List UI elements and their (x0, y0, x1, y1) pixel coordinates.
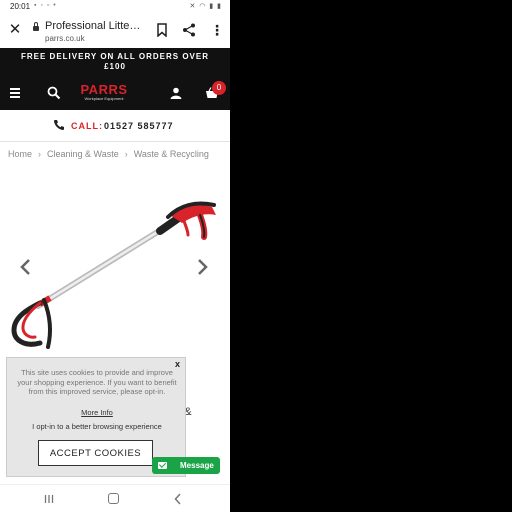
accept-cookies-button[interactable]: ACCEPT COOKIES (38, 440, 153, 466)
opt-in-text: I opt-in to a better browsing experience (32, 422, 162, 431)
notification-icons: ▪ ◦ ▫ • (34, 2, 57, 9)
message-label: Message (180, 461, 214, 470)
cookie-message: This site uses cookies to provide and im… (17, 368, 177, 396)
status-bar: 20:01 ▪ ◦ ▫ • ✕ ◠ ▮ ▮ (0, 0, 230, 14)
status-time: 20:01 (10, 2, 31, 11)
banner-line-1: FREE DELIVERY ON ALL ORDERS OVER (20, 52, 210, 61)
account-icon[interactable] (170, 87, 182, 99)
system-navigation-bar (0, 484, 230, 512)
breadcrumb-item-waste[interactable]: Waste & Recycling (134, 149, 209, 159)
call-label: CALL: (71, 121, 103, 131)
lock-icon (33, 22, 39, 31)
site-header: PARRS Workplace Equipment 0 (0, 76, 230, 110)
recent-apps-icon[interactable] (44, 494, 54, 504)
banner-line-2: £100 (104, 62, 126, 71)
more-info-link[interactable]: More Info (7, 408, 187, 417)
logo-tagline: Workplace Equipment (84, 96, 124, 101)
phone-screen: 20:01 ▪ ◦ ▫ • ✕ ◠ ▮ ▮ ✕ Professional Lit… (0, 0, 230, 512)
breadcrumb-item-home[interactable]: Home (8, 149, 32, 159)
phone-number[interactable]: 01527 585777 (104, 121, 174, 131)
delivery-banner: FREE DELIVERY ON ALL ORDERS OVER £100 (0, 48, 230, 76)
menu-icon[interactable] (10, 88, 20, 98)
carousel-prev-icon[interactable] (18, 258, 32, 276)
cart-count-badge[interactable]: 0 (212, 81, 226, 95)
more-options-icon[interactable]: ⋮ (210, 22, 224, 38)
breadcrumb: Home › Cleaning & Waste › Waste & Recycling (8, 149, 209, 159)
back-icon[interactable] (173, 492, 183, 506)
breadcrumb-separator: › (124, 149, 128, 159)
page-title[interactable]: Professional Litter Pi... (45, 20, 143, 32)
envelope-icon (158, 462, 167, 469)
phone-icon (53, 120, 64, 131)
site-logo[interactable]: PARRS Workplace Equipment (80, 83, 128, 103)
system-status-icons: ✕ ◠ ▮ ▮ (189, 3, 222, 10)
message-chat-button[interactable]: Message (152, 457, 220, 474)
close-icon[interactable]: ✕ (8, 22, 22, 38)
carousel-next-icon[interactable] (196, 258, 210, 276)
page-url[interactable]: parrs.co.uk (45, 34, 85, 43)
bookmark-icon[interactable] (155, 23, 169, 37)
call-strip[interactable]: CALL: 01527 585777 (0, 110, 230, 142)
browser-toolbar: ✕ Professional Litter Pi... parrs.co.uk … (0, 14, 230, 48)
home-icon[interactable] (108, 493, 119, 504)
breadcrumb-separator: › (38, 149, 42, 159)
logo-text: PARRS (80, 82, 128, 97)
search-icon[interactable] (47, 86, 61, 100)
breadcrumb-item-cleaning[interactable]: Cleaning & Waste (47, 149, 119, 159)
share-icon[interactable] (182, 23, 196, 37)
